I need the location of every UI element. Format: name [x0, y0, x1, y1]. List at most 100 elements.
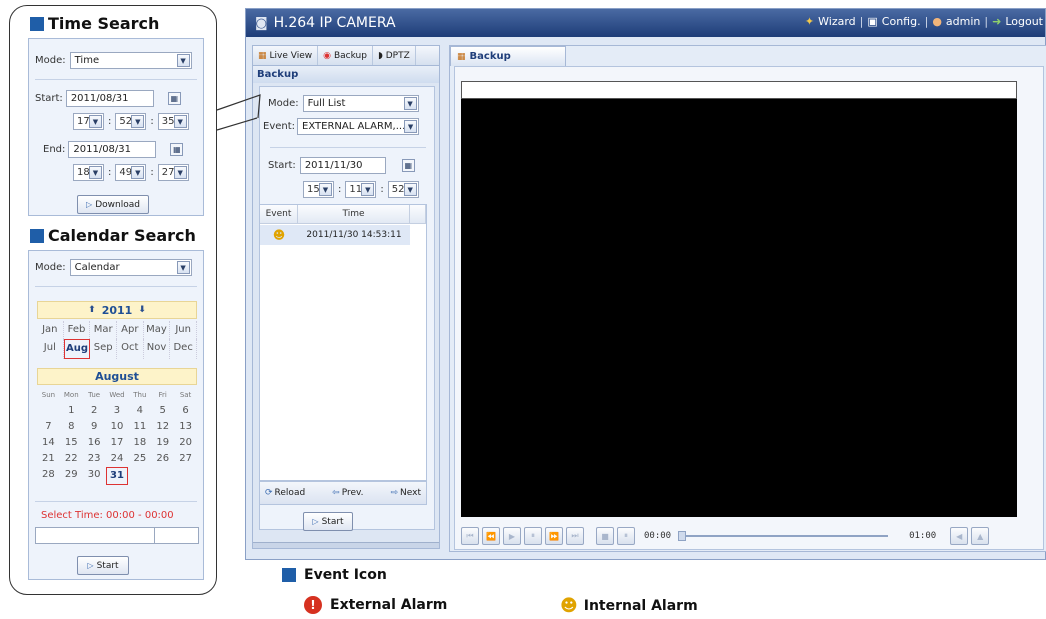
day-cell[interactable]: 28 [37, 467, 60, 485]
tab-live-view[interactable]: ▦ Live View [253, 46, 319, 65]
chevron-down-icon[interactable]: ▼ [403, 183, 417, 196]
time-range-field[interactable] [35, 527, 199, 544]
day-cell[interactable]: 10 [106, 419, 129, 435]
day-cell[interactable]: 9 [83, 419, 106, 435]
table-row[interactable]: ☻ 2011/11/30 14:53:11 [260, 225, 410, 245]
horizontal-scrollbar[interactable] [253, 542, 439, 548]
prev-button[interactable]: ⇦ Prev. [332, 488, 363, 498]
day-cell[interactable]: 4 [128, 403, 151, 419]
month-cell-sep[interactable]: Sep [90, 339, 117, 359]
chevron-down-icon[interactable]: ▼ [176, 261, 190, 274]
time-mode-select[interactable]: Time ▼ [69, 52, 192, 69]
stop-icon[interactable]: ■ [596, 527, 614, 545]
chevron-down-icon[interactable]: ▼ [361, 183, 375, 196]
day-cell[interactable]: 21 [37, 451, 60, 467]
day-cell[interactable]: 7 [37, 419, 60, 435]
chevron-down-icon[interactable]: ▼ [89, 166, 102, 179]
day-cell[interactable]: 14 [37, 435, 60, 451]
month-cell-jan[interactable]: Jan [37, 321, 64, 339]
last-frame-icon[interactable]: ⏭ [566, 527, 584, 545]
month-cell-nov[interactable]: Nov [144, 339, 171, 359]
play-icon[interactable]: ▶ [503, 527, 521, 545]
mode-select[interactable]: Full List ▼ [302, 95, 419, 112]
download-button[interactable]: ▷ Download [77, 195, 149, 214]
day-cell[interactable]: 2 [83, 403, 106, 419]
end-hour-select[interactable]: 18 ▼ [73, 164, 104, 181]
month-cell-jul[interactable]: Jul [37, 339, 64, 359]
day-cell[interactable]: 1 [60, 403, 83, 419]
end-minute-select[interactable]: 49 ▼ [115, 164, 147, 181]
day-cell[interactable]: 26 [151, 451, 174, 467]
day-cell[interactable]: 23 [83, 451, 106, 467]
reload-button[interactable]: ⟳ Reload [265, 488, 305, 498]
first-frame-icon[interactable]: ⏮ [461, 527, 479, 545]
video-viewport[interactable] [461, 99, 1017, 517]
calendar-start-button[interactable]: ▷ Start [77, 556, 129, 575]
step-icon[interactable]: ⏸ [617, 527, 635, 545]
calendar-icon[interactable]: ▦ [401, 159, 415, 172]
chevron-down-icon[interactable]: ▼ [176, 54, 190, 67]
chevron-down-icon[interactable]: ▼ [403, 97, 417, 110]
chevron-down-icon[interactable]: ▼ [131, 115, 145, 128]
day-cell[interactable]: 22 [60, 451, 83, 467]
backup-start-date-input[interactable]: 2011/11/30 [299, 157, 386, 174]
next-button[interactable]: ⇨ Next [390, 488, 421, 498]
chevron-down-icon[interactable]: ▼ [89, 115, 102, 128]
backup-hour-select[interactable]: 15 ▼ [303, 181, 334, 198]
chevron-down-icon[interactable]: ▼ [173, 115, 187, 128]
day-cell[interactable]: 15 [60, 435, 83, 451]
month-cell-mar[interactable]: Mar [90, 321, 117, 339]
day-cell[interactable]: 6 [174, 403, 197, 419]
day-cell[interactable]: 29 [60, 467, 83, 485]
config-link[interactable]: Config. [882, 15, 921, 28]
tab-dptz[interactable]: ◗ DPTZ [373, 46, 416, 65]
day-cell[interactable]: 17 [106, 435, 129, 451]
day-cell[interactable]: 12 [151, 419, 174, 435]
backup-minute-select[interactable]: 11 ▼ [345, 181, 377, 198]
chevron-down-icon[interactable]: ▼ [319, 183, 332, 196]
tab-backup-player[interactable]: ▦ Backup [450, 46, 566, 66]
calendar-icon[interactable]: ▦ [170, 143, 184, 156]
day-cell[interactable]: 31 [105, 467, 129, 485]
admin-link[interactable]: admin [946, 15, 980, 28]
pause-icon[interactable]: ⏸ [524, 527, 542, 545]
backup-second-select[interactable]: 52 ▼ [387, 181, 419, 198]
day-cell[interactable]: 8 [60, 419, 83, 435]
chevron-down-icon[interactable]: ▼ [173, 166, 187, 179]
chevron-down-icon[interactable]: ▼ [131, 166, 145, 179]
start-date-input[interactable]: 2011/08/31 [65, 90, 154, 107]
day-cell[interactable]: 20 [174, 435, 197, 451]
backup-start-button[interactable]: ▷ Start [303, 512, 353, 531]
start-second-select[interactable]: 35 ▼ [157, 113, 189, 130]
day-cell[interactable]: 25 [128, 451, 151, 467]
day-cell[interactable]: 27 [174, 451, 197, 467]
wizard-link[interactable]: Wizard [818, 15, 856, 28]
month-cell-oct[interactable]: Oct [117, 339, 144, 359]
day-cell[interactable]: 5 [151, 403, 174, 419]
day-cell[interactable]: 3 [106, 403, 129, 419]
day-cell[interactable]: 24 [106, 451, 129, 467]
chevron-down-icon[interactable]: ▼ [404, 120, 418, 133]
volume-icon[interactable]: ◀ [950, 527, 969, 545]
snapshot-icon[interactable]: ▲ [971, 527, 990, 545]
calendar-mode-select[interactable]: Calendar ▼ [69, 259, 192, 276]
tab-backup[interactable]: ◉ Backup [318, 46, 373, 65]
day-cell[interactable]: 13 [174, 419, 197, 435]
event-select[interactable]: EXTERNAL ALARM,... ▼ [297, 118, 420, 135]
month-cell-apr[interactable]: Apr [117, 321, 144, 339]
timeline-slider[interactable] [678, 531, 889, 541]
start-hour-select[interactable]: 17 ▼ [73, 113, 104, 130]
calendar-icon[interactable]: ▦ [167, 92, 181, 105]
timeline-knob[interactable] [678, 531, 687, 541]
arrow-down-icon[interactable]: ⬇ [138, 305, 146, 315]
day-cell[interactable]: 16 [83, 435, 106, 451]
rewind-icon[interactable]: ⏪ [482, 527, 500, 545]
day-cell[interactable]: 18 [128, 435, 151, 451]
month-cell-jun[interactable]: Jun [170, 321, 197, 339]
day-cell[interactable]: 19 [151, 435, 174, 451]
day-cell[interactable]: 30 [83, 467, 106, 485]
end-date-input[interactable]: 2011/08/31 [68, 141, 157, 158]
end-second-select[interactable]: 27 ▼ [157, 164, 189, 181]
month-cell-dec[interactable]: Dec [170, 339, 197, 359]
day-cell[interactable]: 11 [128, 419, 151, 435]
